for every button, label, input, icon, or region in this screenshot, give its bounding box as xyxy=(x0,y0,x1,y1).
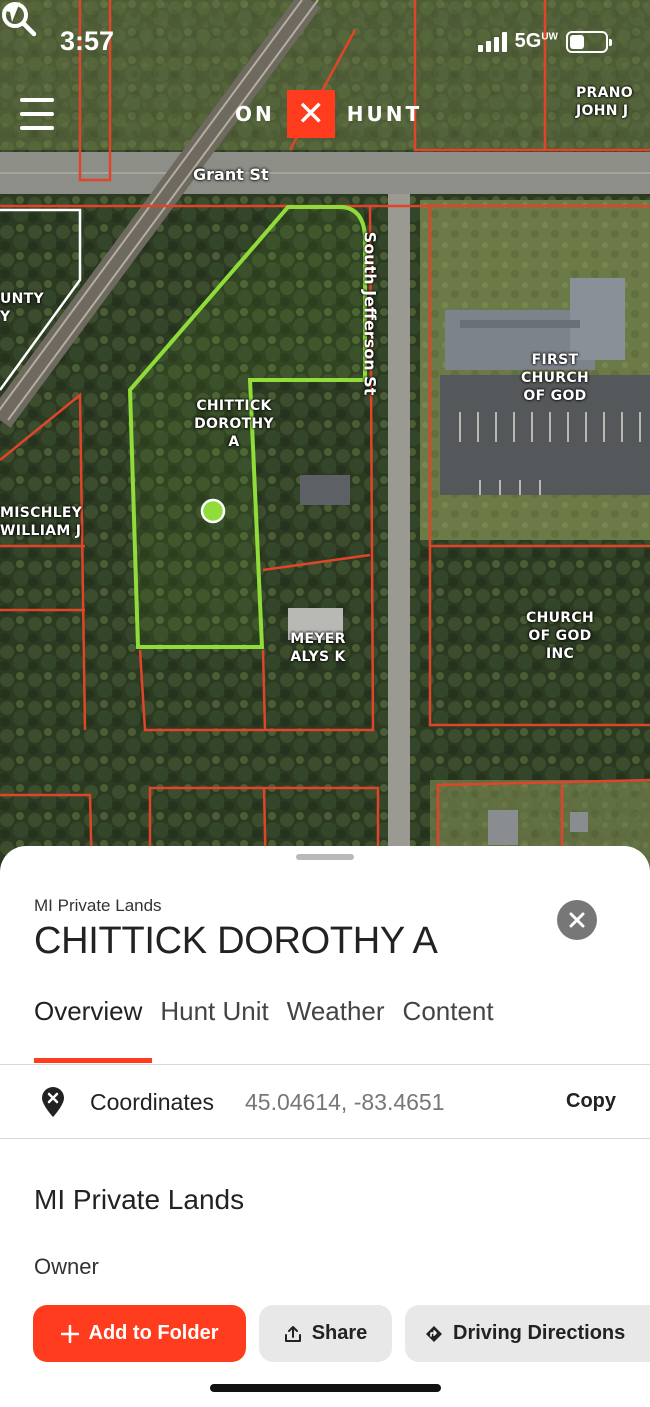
search-icon[interactable] xyxy=(0,0,38,38)
map-view[interactable]: Grant St South Jefferson St PRANO JOHN J… xyxy=(0,0,650,880)
close-icon xyxy=(569,912,585,928)
location-pin-icon xyxy=(42,1087,64,1117)
status-indicators: 5GUW xyxy=(477,30,612,53)
share-button[interactable]: Share xyxy=(259,1305,392,1362)
owner-label: Owner xyxy=(34,1254,99,1279)
detail-tabs: Overview Hunt Unit Weather Content xyxy=(34,996,494,1027)
parcel-label-county: UNTY Y xyxy=(0,291,44,325)
coordinates-row: Coordinates 45.04614, -83.4651 Copy xyxy=(0,1065,650,1139)
parcel-label-meyer: MEYER ALYS K xyxy=(290,631,346,665)
directions-icon xyxy=(426,1325,442,1342)
parcel-label-mischley: MISCHLEY WILLIAM J xyxy=(0,505,83,539)
section-title: MI Private Lands xyxy=(34,1184,245,1215)
layer-name: MI Private Lands xyxy=(34,896,162,915)
cellular-signal-icon xyxy=(477,31,507,52)
coordinates-value: 45.04614, -83.4651 xyxy=(245,1089,445,1115)
active-tab-indicator xyxy=(34,1058,152,1063)
network-type: 5GUW xyxy=(514,30,558,52)
driving-directions-button[interactable]: Driving Directions xyxy=(405,1305,650,1362)
plus-icon xyxy=(60,1324,79,1343)
share-icon xyxy=(284,1325,301,1342)
parcel-marker[interactable] xyxy=(200,498,226,524)
parcel-details-sheet: MI Private Lands CHITTICK DOROTHY A Over… xyxy=(0,846,650,1407)
add-to-folder-button[interactable]: Add to Folder xyxy=(33,1305,246,1362)
onx-hunt-logo: ON ✕ HUNT xyxy=(235,90,422,138)
tab-overview[interactable]: Overview xyxy=(34,996,142,1027)
parcel-title: CHITTICK DOROTHY A xyxy=(34,920,438,962)
tab-hunt-unit[interactable]: Hunt Unit xyxy=(160,996,268,1027)
tab-weather[interactable]: Weather xyxy=(287,996,385,1027)
tab-content[interactable]: Content xyxy=(403,996,494,1027)
battery-icon xyxy=(566,30,612,53)
copy-coordinates-button[interactable]: Copy xyxy=(566,1090,616,1113)
coordinates-label: Coordinates xyxy=(90,1089,215,1115)
home-indicator xyxy=(210,1384,441,1392)
parcel-label-prano: PRANO JOHN J xyxy=(576,85,633,119)
parcel-label-chittick: CHITTICK DOROTHY A xyxy=(194,398,274,450)
menu-icon[interactable] xyxy=(20,98,54,130)
parcel-label-first-church: FIRST CHURCH OF GOD xyxy=(521,352,589,404)
road-label-jefferson: South Jefferson St xyxy=(360,231,380,396)
status-time: 3:57 xyxy=(60,26,115,56)
logo-mark: ✕ xyxy=(286,90,335,138)
road-label-grant: Grant St xyxy=(193,165,269,184)
parcel-label-church-inc: CHURCH OF GOD INC xyxy=(526,610,594,662)
sheet-grabber[interactable] xyxy=(296,854,354,860)
close-button[interactable] xyxy=(557,900,597,940)
coordinates-divider xyxy=(0,1138,650,1139)
